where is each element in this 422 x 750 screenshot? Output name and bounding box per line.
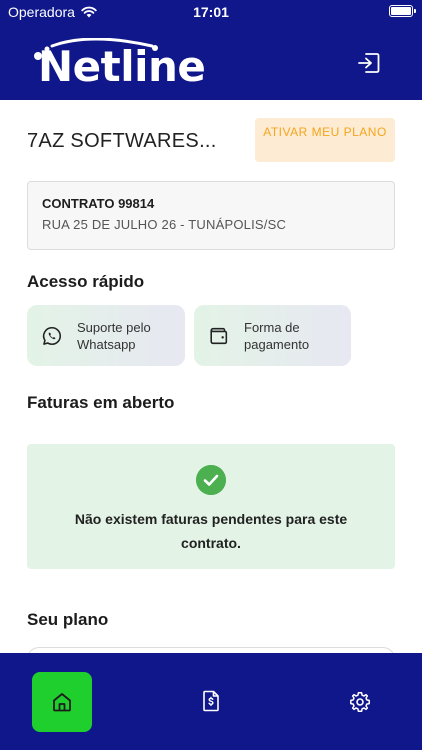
quick-access-label: Suporte pelo Whatsapp	[77, 319, 151, 352]
quick-access-title: Acesso rápido	[27, 272, 145, 291]
your-plan-title: Seu plano	[27, 610, 109, 629]
no-invoices-message: Não existem faturas pendentes para este …	[27, 444, 395, 569]
tab-bar	[0, 653, 422, 750]
contract-card[interactable]: CONTRATO 99814 RUA 25 DE JULHO 26 - TUNÁ…	[27, 181, 395, 250]
gear-icon[interactable]	[348, 690, 372, 714]
check-circle-icon	[196, 465, 226, 495]
battery-icon	[389, 5, 416, 17]
activate-plan-button[interactable]: ATIVAR MEU PLANO	[255, 118, 395, 162]
quick-access-label: Forma de pagamento	[244, 319, 310, 352]
invoice-icon[interactable]	[199, 689, 223, 713]
app-header: Operadora 17:01 Netline	[0, 0, 422, 100]
netline-logo: Netline	[26, 38, 206, 91]
clock: 17:01	[193, 4, 229, 20]
home-icon	[53, 693, 71, 712]
wallet-icon	[210, 327, 228, 344]
status-bar: Operadora 17:01	[0, 0, 422, 24]
empty-invoices-text: Não existem faturas pendentes para este …	[74, 511, 348, 551]
company-row: 7AZ SOFTWARES... ATIVAR MEU PLANO	[27, 118, 395, 162]
quick-access-payment[interactable]: Forma de pagamento	[194, 305, 351, 366]
company-name: 7AZ SOFTWARES...	[27, 130, 217, 152]
tab-home[interactable]	[32, 672, 92, 732]
contract-address: RUA 25 DE JULHO 26 - TUNÁPOLIS/SC	[42, 217, 287, 232]
open-invoices-title: Faturas em aberto	[27, 393, 175, 412]
logo-orbit-icon	[34, 38, 158, 60]
whatsapp-icon	[42, 326, 61, 345]
quick-access-whatsapp[interactable]: Suporte pelo Whatsapp	[27, 305, 185, 366]
contract-number: CONTRATO 99814	[42, 196, 155, 211]
logout-icon[interactable]	[356, 50, 382, 76]
